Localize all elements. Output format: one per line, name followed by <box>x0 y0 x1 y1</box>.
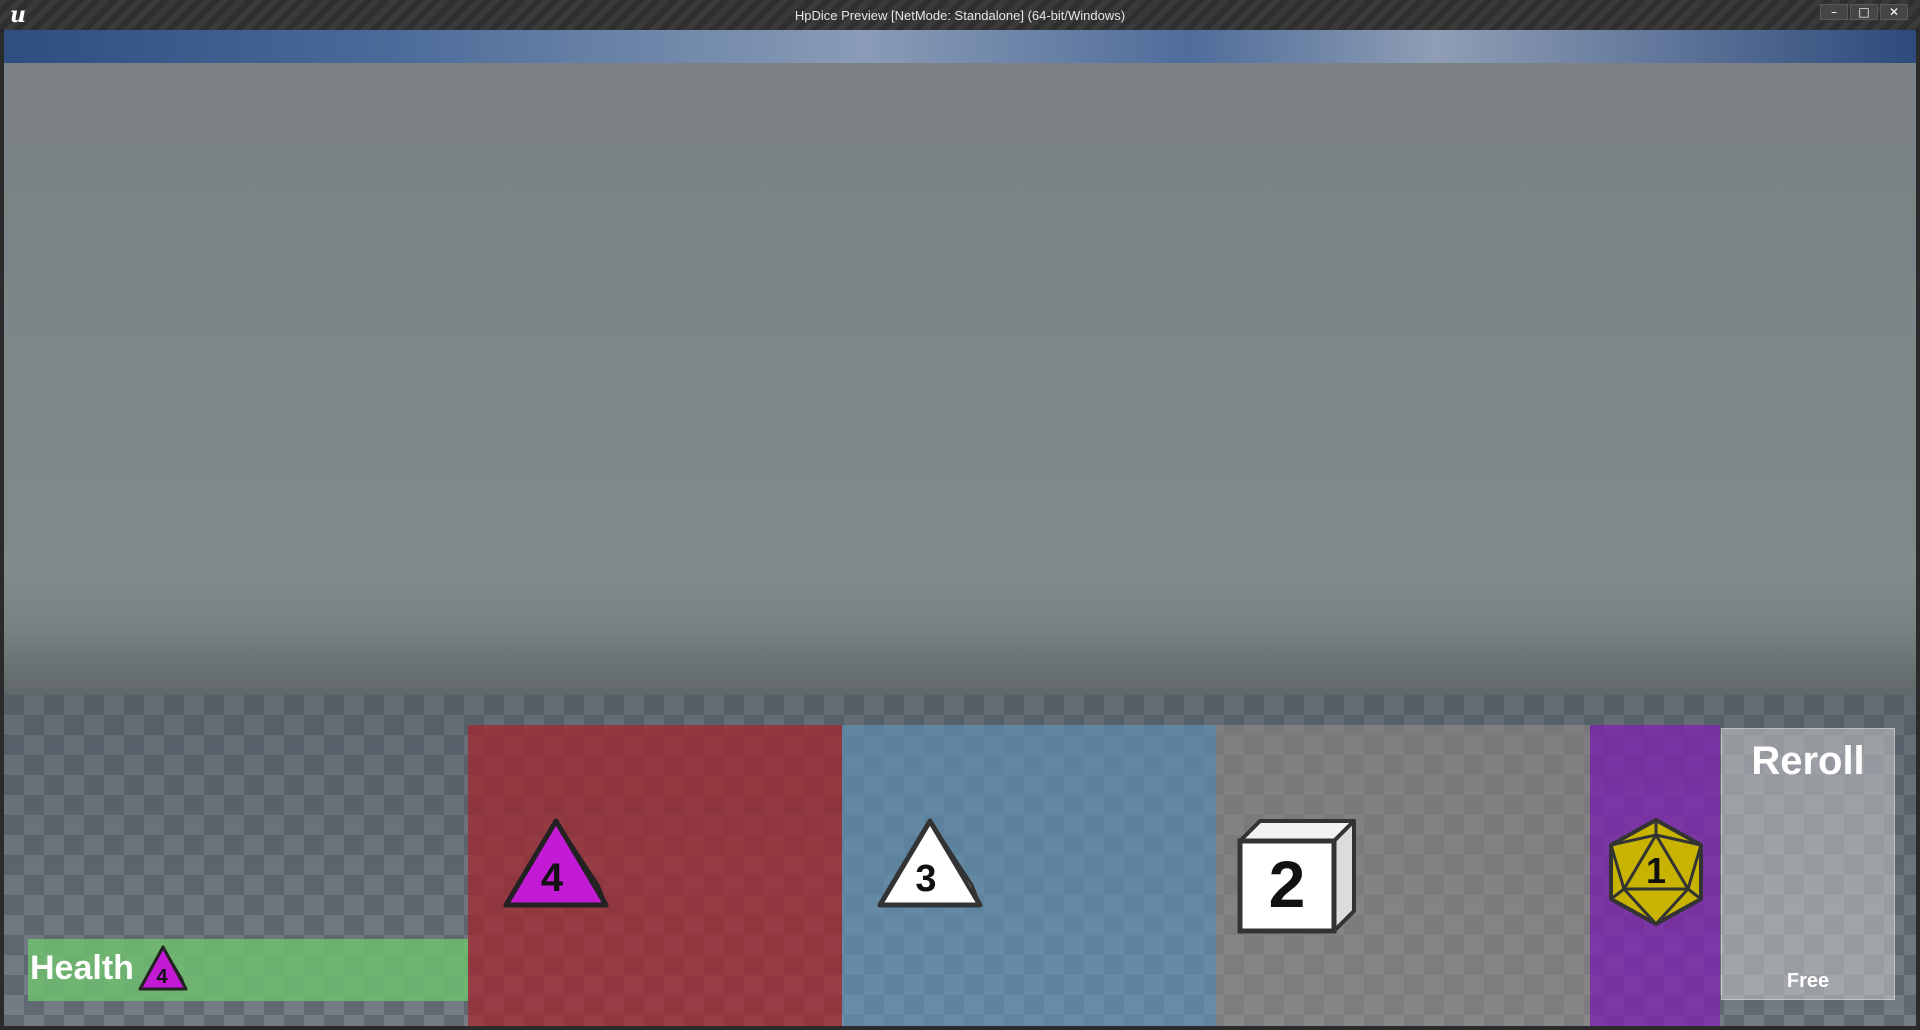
health-d4-icon: 4 <box>138 945 188 991</box>
die-value: 1 <box>1646 850 1666 891</box>
reroll-button[interactable]: Reroll Free <box>1721 728 1895 1000</box>
close-button[interactable]: ✕ <box>1880 4 1908 20</box>
die-value: 3 <box>915 858 936 900</box>
window-controls: – □ ✕ <box>1820 4 1908 20</box>
minimize-button[interactable]: – <box>1820 4 1848 20</box>
dice-slot-1[interactable]: 4 <box>468 725 842 1026</box>
game-viewport[interactable]: 4 3 2 1 Reroll Free Health 4 <box>4 30 1916 1026</box>
dice-slot-3[interactable]: 2 <box>1216 725 1590 1026</box>
window-title: HpDice Preview [NetMode: Standalone] (64… <box>794 8 1126 23</box>
sky-strip <box>4 30 1916 63</box>
d4-die-icon: 3 <box>877 818 983 908</box>
health-bar: Health 4 <box>28 939 468 1001</box>
window-titlebar: u HpDice Preview [NetMode: Standalone] (… <box>0 0 1920 31</box>
reroll-cost: Free <box>1786 970 1830 992</box>
dice-slot-4[interactable]: 1 <box>1590 725 1720 1026</box>
d20-die-icon: 1 <box>1609 818 1703 926</box>
d4-die-icon: 4 <box>503 818 609 908</box>
health-die-value: 4 <box>156 966 168 988</box>
die-value: 2 <box>1269 847 1306 921</box>
dice-slot-2[interactable]: 3 <box>842 725 1216 1026</box>
health-label: Health <box>30 949 134 987</box>
d6-die-icon: 2 <box>1237 819 1356 934</box>
die-value: 4 <box>541 856 564 900</box>
reroll-label: Reroll <box>1751 739 1865 783</box>
maximize-button[interactable]: □ <box>1850 4 1878 20</box>
